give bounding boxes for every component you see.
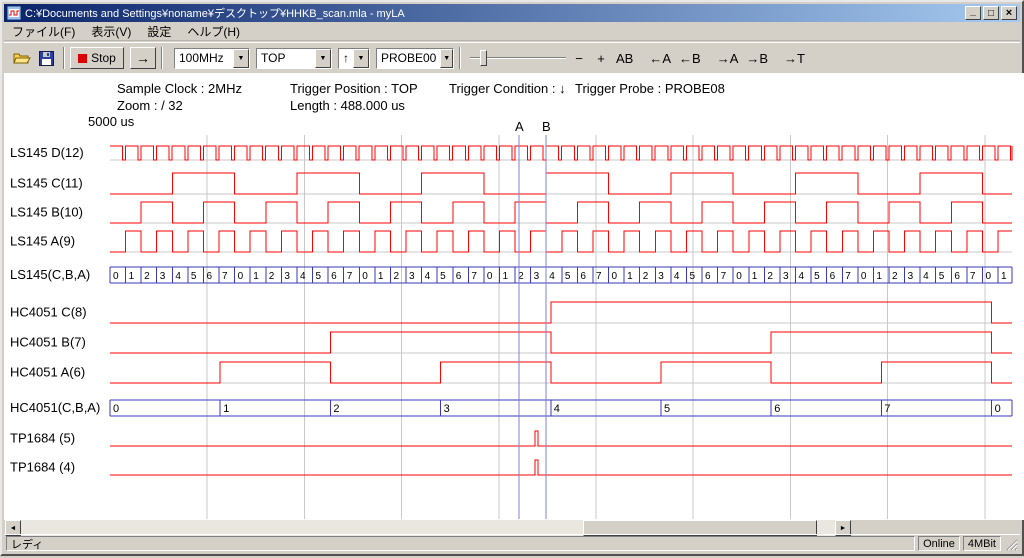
toolbar-separator [459,47,461,69]
window-controls: _ □ × [965,6,1017,20]
sample-clock-text: Sample Clock : 2MHz [117,81,242,96]
resize-grip[interactable] [1004,537,1018,551]
trigger-probe-text: Trigger Probe : PROBE08 [575,81,725,96]
run-button[interactable]: → [130,47,156,69]
trigger-condition-text: Trigger Condition : ↓ [449,81,566,96]
save-button[interactable] [34,46,58,70]
length-text: Length : 488.000 us [290,98,405,113]
trigger-position-select[interactable]: TOP ▼ [256,48,332,69]
status-memory-badge: 4MBit [963,536,1001,551]
close-button[interactable]: × [1001,6,1017,20]
close-icon: × [1006,8,1012,19]
stop-label: Stop [91,51,116,65]
maximize-icon: □ [988,8,994,19]
ab-markers-button[interactable]: AB [612,46,637,70]
trigger-position-value: TOP [257,49,315,68]
statusbar: レディ Online 4MBit [4,534,1020,552]
clock-select[interactable]: 100MHz ▼ [174,48,250,69]
probe-select[interactable]: PROBE00 ▼ [376,48,454,69]
stop-button[interactable]: Stop [70,47,124,69]
goto-marker-b-left-button[interactable]: ←B [675,46,705,70]
window-title: C:¥Documents and Settings¥noname¥デスクトップ¥… [25,5,965,21]
goto-marker-a-left-button[interactable]: ←A [645,46,675,70]
status-ready-text: レディ [6,536,915,551]
maximize-button[interactable]: □ [983,6,999,20]
floppy-icon [39,51,54,66]
menu-view[interactable]: 表示(V) [83,23,139,40]
chevron-down-icon[interactable]: ▼ [233,49,249,68]
status-online-badge: Online [918,536,960,551]
zoom-in-button[interactable]: + [590,46,612,70]
goto-marker-a-right-button[interactable]: →A [713,46,743,70]
stop-icon [78,54,87,63]
menu-settings[interactable]: 設定 [139,23,179,40]
goto-marker-b-right-button[interactable]: →B [742,46,772,70]
toolbar-separator [63,47,65,69]
zoom-out-button[interactable]: − [568,46,590,70]
open-button[interactable] [10,46,34,70]
chevron-down-icon[interactable]: ▼ [353,49,369,68]
menu-file[interactable]: ファイル(F) [4,23,83,40]
menu-help[interactable]: ヘルプ(H) [179,23,248,40]
trigger-edge-value: ↑ [339,49,353,68]
trigger-edge-select[interactable]: ↑ ▼ [338,48,370,69]
titlebar[interactable]: C:¥Documents and Settings¥noname¥デスクトップ¥… [4,4,1020,22]
menubar: ファイル(F) 表示(V) 設定 ヘルプ(H) [4,23,1020,41]
time-per-division-label: 5000 us [88,114,134,129]
minimize-button[interactable]: _ [965,6,981,20]
minimize-icon: _ [970,6,976,17]
app-icon [7,6,21,20]
zoom-slider[interactable] [468,47,568,69]
clock-select-value: 100MHz [175,49,233,68]
chevron-down-icon[interactable]: ▼ [440,49,453,68]
zoom-slider-thumb[interactable] [480,50,487,66]
waveform-content[interactable]: Sample Clock : 2MHz Trigger Position : T… [4,73,1024,520]
toolbar: Stop → 100MHz ▼ TOP ▼ ↑ ▼ PROBE00 ▼ − + … [4,42,1020,73]
chevron-down-icon[interactable]: ▼ [315,49,331,68]
folder-open-icon [13,51,31,65]
goto-trigger-button[interactable]: →T [780,46,809,70]
trigger-position-text: Trigger Position : TOP [290,81,418,96]
probe-select-value: PROBE00 [377,49,440,68]
toolbar-separator [161,47,163,69]
zoom-text: Zoom : / 32 [117,98,183,113]
app-window: C:¥Documents and Settings¥noname¥デスクトップ¥… [0,0,1024,556]
